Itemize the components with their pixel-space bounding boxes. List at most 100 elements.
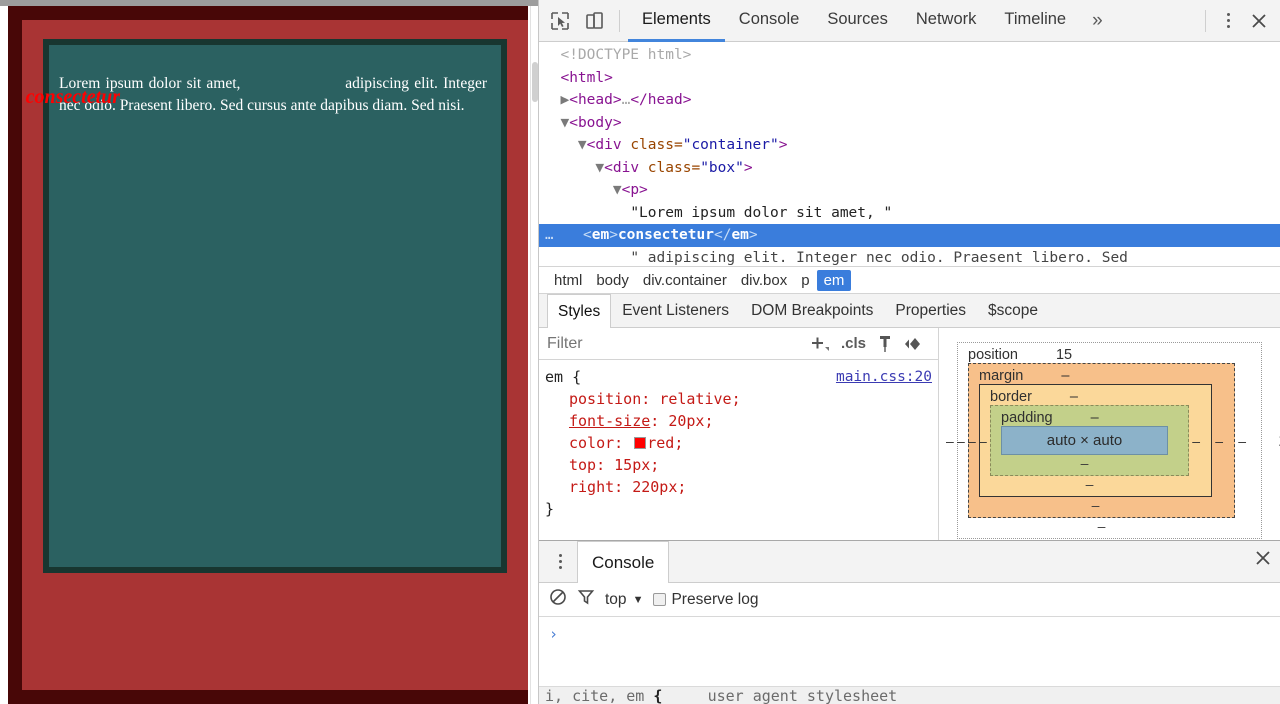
css-declaration-right[interactable]: right: 220px; bbox=[545, 476, 938, 498]
css-prop-position[interactable]: position bbox=[569, 390, 641, 408]
css-value-font-size[interactable]: 20px bbox=[668, 412, 704, 430]
div-box: Lorem ipsum dolor sit amet, consectetur … bbox=[26, 39, 507, 573]
css-declaration-top[interactable]: top: 15px; bbox=[545, 454, 938, 476]
breadcrumb-item-body[interactable]: body bbox=[589, 270, 636, 291]
box-model-margin-left[interactable]: – bbox=[957, 433, 965, 449]
breadcrumb-item-p[interactable]: p bbox=[794, 270, 816, 291]
box-model-margin-layer[interactable]: margin – – – border – – – padding – – – … bbox=[957, 363, 1246, 518]
checkbox-box[interactable] bbox=[653, 592, 667, 606]
plus-icon[interactable] bbox=[803, 334, 835, 354]
cls-toggle-button[interactable]: .cls bbox=[835, 335, 872, 352]
tab-console[interactable]: Console bbox=[725, 0, 814, 42]
dom-tree[interactable]: <!DOCTYPE html> <html> ▶<head>…</head> ▼… bbox=[539, 42, 1280, 266]
box-model-column: position 15 – 220 margin – – – bbox=[939, 328, 1280, 540]
diamond-icon[interactable] bbox=[898, 335, 930, 353]
console-output[interactable]: › bbox=[539, 617, 1280, 700]
box-model-position-top[interactable]: 15 bbox=[1056, 347, 1072, 363]
drawer-tab-console[interactable]: Console bbox=[577, 541, 670, 583]
box-model-margin-top-row: margin – bbox=[979, 368, 1212, 384]
css-prop-right[interactable]: right bbox=[569, 478, 614, 496]
box-model-padding-left[interactable]: – bbox=[979, 433, 987, 449]
tab-properties[interactable]: Properties bbox=[884, 294, 977, 327]
drawer-close-icon[interactable] bbox=[1246, 541, 1280, 575]
dom-row-p[interactable]: ▼<p> bbox=[539, 179, 1280, 202]
inspect-cursor-icon[interactable] bbox=[543, 6, 577, 36]
box-model-border-layer[interactable]: border – – – padding – – – auto × auto –… bbox=[968, 384, 1223, 497]
css-declaration-position[interactable]: position: relative; bbox=[545, 388, 938, 410]
css-declaration-font-size[interactable]: font-size: 20px; bbox=[545, 410, 938, 432]
box-model-border-top[interactable]: – bbox=[1070, 389, 1078, 405]
doctype-text: <!DOCTYPE html> bbox=[560, 47, 692, 63]
page-scrollbar[interactable] bbox=[530, 6, 538, 704]
box-model-padding-label: padding bbox=[1001, 410, 1053, 426]
box-model-border-right[interactable]: – bbox=[1215, 433, 1223, 449]
dom-row-em-selected[interactable]: … < em > consectetur </em > bbox=[539, 224, 1280, 247]
css-value-color[interactable]: red bbox=[647, 434, 674, 452]
styles-sub-tab-strip: Styles Event Listeners DOM Breakpoints P… bbox=[539, 294, 1280, 328]
console-context-selector[interactable]: top ▼ bbox=[605, 591, 643, 609]
tab-elements[interactable]: Elements bbox=[628, 0, 725, 42]
css-declaration-color[interactable]: color: red; bbox=[545, 432, 938, 454]
search-input[interactable] bbox=[547, 334, 803, 353]
tab-styles[interactable]: Styles bbox=[547, 294, 612, 328]
dom-row-text-node-1[interactable]: "Lorem ipsum dolor sit amet, " bbox=[539, 202, 1280, 225]
css-value-position[interactable]: relative bbox=[659, 390, 731, 408]
box-model-border-left[interactable]: – bbox=[968, 433, 976, 449]
close-icon[interactable] bbox=[1242, 4, 1276, 38]
more-tabs-icon[interactable]: » bbox=[1080, 0, 1115, 42]
box-model-margin-bottom[interactable]: – bbox=[979, 497, 1212, 513]
pin-icon[interactable] bbox=[872, 334, 898, 354]
page-paragraph: Lorem ipsum dolor sit amet, consectetur … bbox=[26, 71, 487, 117]
box-model-position-top-row: position 15 bbox=[968, 347, 1235, 363]
box-model-content[interactable]: auto × auto bbox=[1001, 426, 1168, 455]
box-model-position-left[interactable]: – bbox=[946, 433, 954, 449]
css-rule-close-brace: } bbox=[545, 500, 555, 518]
breadcrumb-item-html[interactable]: html bbox=[547, 270, 589, 291]
dom-row-div-container[interactable]: ▼<div class="container"> bbox=[539, 134, 1280, 157]
tab-timeline[interactable]: Timeline bbox=[990, 0, 1080, 42]
css-source-link[interactable]: main.css:20 bbox=[836, 366, 932, 388]
box-model-margin-top[interactable]: – bbox=[1061, 368, 1069, 384]
box-model-padding-right[interactable]: – bbox=[1192, 433, 1200, 449]
css-value-top[interactable]: 15px bbox=[614, 456, 650, 474]
box-model-position-layer[interactable]: position 15 – 220 margin – – – bbox=[946, 342, 1280, 539]
breadcrumb-item-div-container[interactable]: div.container bbox=[636, 270, 734, 291]
text-node-1: "Lorem ipsum dolor sit amet, " bbox=[630, 204, 893, 221]
css-selector[interactable]: em { bbox=[545, 366, 581, 388]
color-swatch[interactable] bbox=[634, 437, 647, 449]
css-value-right[interactable]: 220px bbox=[632, 478, 677, 496]
kebab-menu-icon[interactable] bbox=[1214, 13, 1242, 28]
box-model-diagram: position 15 – 220 margin – – – bbox=[946, 342, 1280, 539]
box-model-padding-top[interactable]: – bbox=[1091, 410, 1099, 426]
dom-row-body[interactable]: ▼<body> bbox=[539, 112, 1280, 135]
devtools-panel: Elements Console Sources Network Timelin… bbox=[538, 0, 1280, 704]
dom-row-div-box[interactable]: ▼<div class="box"> bbox=[539, 157, 1280, 180]
dom-row-head[interactable]: ▶<head>…</head> bbox=[539, 89, 1280, 112]
tab-network[interactable]: Network bbox=[902, 0, 991, 42]
drawer-kebab-menu-icon[interactable] bbox=[543, 541, 577, 582]
breadcrumb-item-em[interactable]: em bbox=[816, 269, 852, 291]
tab-event-listeners[interactable]: Event Listeners bbox=[611, 294, 740, 327]
breadcrumb-item-div-box[interactable]: div.box bbox=[734, 270, 794, 291]
dom-row-doctype[interactable]: <!DOCTYPE html> bbox=[539, 44, 1280, 67]
tab-scope[interactable]: $scope bbox=[977, 294, 1049, 327]
box-model-padding-bottom[interactable]: – bbox=[1001, 455, 1168, 471]
box-model-padding-layer[interactable]: padding – – – auto × auto – bbox=[979, 405, 1200, 476]
dom-row-text-node-2[interactable]: " adipiscing elit. Integer nec odio. Pra… bbox=[539, 247, 1280, 267]
preserve-log-checkbox[interactable]: Preserve log bbox=[653, 591, 758, 609]
tab-sources[interactable]: Sources bbox=[813, 0, 902, 42]
dom-row-html[interactable]: <html> bbox=[539, 67, 1280, 90]
filter-funnel-icon[interactable] bbox=[577, 588, 595, 611]
css-prop-font-size[interactable]: font-size bbox=[569, 412, 650, 430]
tab-dom-breakpoints[interactable]: DOM Breakpoints bbox=[740, 294, 884, 327]
box-model-border-bottom[interactable]: – bbox=[990, 476, 1189, 492]
box-model-position-bottom[interactable]: – bbox=[968, 518, 1235, 534]
box-attr-value: "box" bbox=[700, 159, 744, 176]
css-prop-top[interactable]: top bbox=[569, 456, 596, 474]
box-model-margin-right[interactable]: – bbox=[1238, 433, 1246, 449]
css-rule-em: em { main.css:20 position: relative; fon… bbox=[539, 360, 938, 520]
clear-console-icon[interactable] bbox=[549, 588, 567, 611]
box-model-position-label: position bbox=[968, 347, 1018, 363]
css-prop-color[interactable]: color bbox=[569, 434, 614, 452]
device-toolbar-icon[interactable] bbox=[577, 6, 611, 36]
